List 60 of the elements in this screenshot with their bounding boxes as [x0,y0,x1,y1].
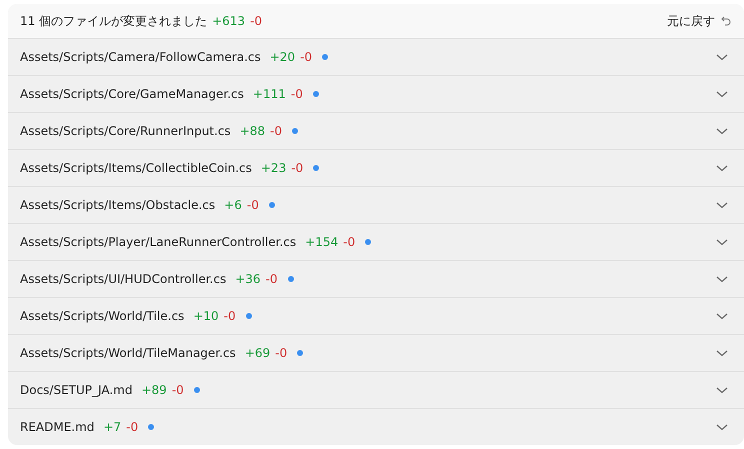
file-row[interactable]: README.md +7 -0 [8,408,744,445]
removed-count: -0 [270,124,282,138]
added-count: +23 [260,161,286,175]
added-count: +613 [212,14,246,28]
file-row[interactable]: Assets/Scripts/Core/RunnerInput.cs +88 -0 [8,112,744,149]
file-path: Assets/Scripts/Camera/FollowCamera.cs [20,50,261,64]
removed-count: -0 [266,272,278,286]
file-row[interactable]: Assets/Scripts/Items/CollectibleCoin.cs +23 -0 [8,149,744,186]
removed-count: -0 [250,14,262,28]
added-count: +7 [103,420,122,434]
file-row[interactable]: Assets/Scripts/Camera/FollowCamera.cs +20 -0 [8,38,744,75]
file-path: Assets/Scripts/Core/GameManager.cs [20,87,244,101]
undo-icon [720,15,732,27]
added-count: +20 [270,50,296,64]
removed-count: -0 [172,383,184,397]
removed-count: -0 [246,198,259,212]
added-count: +10 [193,309,219,323]
removed-count: -0 [126,420,138,434]
added-count: +69 [244,346,270,360]
file-row[interactable]: Assets/Scripts/Core/GameManager.cs +111 -0 [8,75,744,112]
file-path: Assets/Scripts/World/TileManager.cs [20,346,236,360]
added-count: +89 [141,383,167,397]
chevron-icon[interactable] [716,53,728,61]
undo-button[interactable]: 元に戻す [667,12,732,30]
added-count: +88 [240,124,266,138]
file-path: Assets/Scripts/Items/Obstacle.cs [20,198,216,212]
file-path: Assets/Scripts/World/Tile.cs [20,309,184,323]
file-row[interactable]: Assets/Scripts/Player/LaneRunnerController.cs +154 -0 [8,223,744,260]
chevron-icon[interactable] [716,201,728,209]
chevron-icon[interactable] [716,164,728,172]
removed-count: -0 [300,50,312,64]
removed-count: -0 [291,161,304,175]
chevron-icon[interactable] [716,238,728,246]
removed-count: -0 [224,309,236,323]
file-path: Assets/Scripts/UI/HUDController.cs [20,272,226,286]
added-count: +154 [305,235,338,249]
file-row[interactable]: Assets/Scripts/World/Tile.cs +10 -0 [8,297,744,334]
file-path: Docs/SETUP_JA.md [20,383,132,397]
removed-count: -0 [290,87,303,101]
chevron-icon[interactable] [716,349,728,357]
chevron-icon[interactable] [716,275,728,283]
added-count: +111 [252,87,286,101]
removed-count: -0 [275,346,288,360]
chevron-icon[interactable] [716,386,728,394]
file-path: Assets/Scripts/Core/RunnerInput.cs [20,124,231,138]
file-row[interactable]: Assets/Scripts/UI/HUDController.cs +36 -0 [8,260,744,297]
chevron-icon[interactable] [716,127,728,135]
chevron-icon[interactable] [716,312,728,320]
file-path: Assets/Scripts/Player/LaneRunnerController.cs [20,235,296,249]
file-row[interactable]: Docs/SETUP_JA.md +89 -0 [8,371,744,408]
chevron-icon[interactable] [716,423,728,431]
file-row[interactable]: Assets/Scripts/World/TileManager.cs +69 -0 [8,334,744,371]
removed-count: -0 [343,235,356,249]
file-path: Assets/Scripts/Items/CollectibleCoin.cs [20,161,252,175]
added-count: +36 [235,272,261,286]
file-row[interactable]: Assets/Scripts/Items/Obstacle.cs +6 -0 [8,186,744,223]
summary-text: 11 個のファイルが変更されました [20,12,208,30]
file-path: README.md [20,420,94,434]
chevron-icon[interactable] [716,90,728,98]
added-count: +6 [224,198,242,212]
